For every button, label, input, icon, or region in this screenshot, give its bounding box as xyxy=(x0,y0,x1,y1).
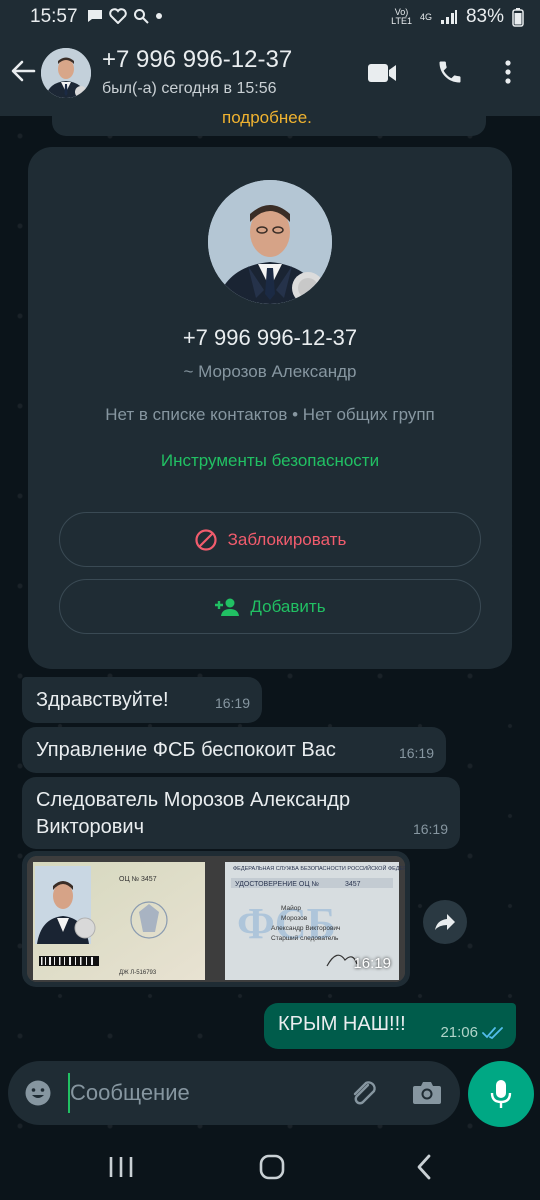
heart-notification-icon xyxy=(109,8,127,24)
message-time: 16:19 xyxy=(398,745,434,761)
system-navigation-bar xyxy=(0,1131,540,1200)
home-icon[interactable] xyxy=(258,1153,286,1181)
card-contact-info: Нет в списке контактов • Нет общих групп xyxy=(105,405,435,424)
block-label: Заблокировать xyxy=(227,529,347,549)
lte-label: LTE1 xyxy=(391,16,412,26)
message-time: 16:19 xyxy=(412,821,448,837)
recent-apps-icon[interactable] xyxy=(108,1155,134,1179)
message-notification-icon xyxy=(88,10,102,22)
emoji-icon[interactable] xyxy=(24,1079,52,1107)
back-arrow-icon[interactable] xyxy=(10,58,36,84)
outgoing-message-bubble[interactable]: КРЫМ НАШ!!! 21:06 xyxy=(264,1003,516,1049)
add-person-icon xyxy=(215,598,240,616)
id-header: ФЕДЕРАЛЬНАЯ СЛУЖБА БЕЗОПАСНОСТИ РОССИЙСК… xyxy=(233,864,405,872)
id-rank: Майор xyxy=(281,904,301,912)
message-text: Следователь Морозов Александр Викторович xyxy=(36,789,351,838)
signal-icon xyxy=(440,10,457,24)
video-call-icon[interactable] xyxy=(367,62,397,84)
id-role: Старший следователь xyxy=(271,934,339,942)
card-phone-number: +7 996 996-12-37 xyxy=(182,325,358,350)
mic-icon xyxy=(490,1080,512,1108)
block-icon xyxy=(195,528,217,551)
id-surname: Морозов xyxy=(281,915,308,922)
unknown-contact-card: +7 996 996-12-37 ~ Морозов Александр Нет… xyxy=(28,147,512,669)
battery-percent: 83% xyxy=(465,6,504,27)
safety-tools-link[interactable]: Инструменты безопасности xyxy=(28,451,512,471)
id-card-photo[interactable]: ОЦ № 3457 ДЖ Л-516793 ФЕДЕРАЛЬНАЯ СЛУЖБА… xyxy=(27,856,405,982)
contact-name[interactable]: +7 996 996-12-37 xyxy=(102,46,292,74)
message-bubble[interactable]: Следователь Морозов Александр Викторович… xyxy=(22,777,460,849)
last-seen: был(-а) сегодня в 15:56 xyxy=(102,80,277,97)
id-name: Александр Викторович xyxy=(271,925,340,932)
battery-icon xyxy=(512,8,524,27)
message-text: КРЫМ НАШ!!! xyxy=(278,1013,406,1035)
message-time: 21:06 xyxy=(440,1024,478,1041)
status-time: 15:57 xyxy=(30,6,78,27)
id-left-serial: ДЖ Л-516793 xyxy=(119,970,157,976)
notification-icons xyxy=(87,8,163,24)
camera-icon[interactable] xyxy=(412,1079,442,1105)
message-input[interactable] xyxy=(68,1073,338,1113)
volte-indicator: Vo) LTE1 xyxy=(391,8,412,26)
id-left-number: ОЦ № 3457 xyxy=(119,876,157,883)
message-time: 16:19 xyxy=(214,695,250,711)
add-label: Добавить xyxy=(250,596,326,616)
voice-record-button[interactable] xyxy=(468,1061,534,1127)
status-bar: 15:57 Vo) LTE1 4G 83% xyxy=(0,0,540,34)
network-type: 4G xyxy=(419,11,432,22)
avatar[interactable] xyxy=(41,48,91,98)
message-composer xyxy=(8,1061,460,1125)
card-display-name: ~ Морозов Александр xyxy=(183,362,357,381)
message-bubble[interactable]: Здравствуйте! 16:19 xyxy=(22,677,262,723)
chat-header: +7 996 996-12-37 был(-а) сегодня в 15:56 xyxy=(0,34,540,116)
dot-icon xyxy=(156,13,162,19)
add-contact-button[interactable]: Добавить xyxy=(59,579,481,634)
id-title: УДОСТОВЕРЕНИЕ ОЦ № xyxy=(235,881,319,888)
more-vertical-icon[interactable] xyxy=(500,58,516,86)
double-check-icon xyxy=(482,1027,503,1040)
search-notification-icon xyxy=(134,9,149,24)
phone-icon[interactable] xyxy=(436,58,464,86)
nav-back-icon[interactable] xyxy=(414,1153,434,1181)
previous-card-text[interactable]: подробнее. xyxy=(222,108,312,128)
attach-icon[interactable] xyxy=(348,1077,380,1109)
message-text: Здравствуйте! xyxy=(36,689,169,711)
forward-icon xyxy=(435,914,455,930)
id-card-image: ОЦ № 3457 ДЖ Л-516793 ФЕДЕРАЛЬНАЯ СЛУЖБА… xyxy=(27,856,405,982)
block-button[interactable]: Заблокировать xyxy=(59,512,481,567)
system-status: Vo) LTE1 4G 83% xyxy=(391,6,524,28)
id-number: 3457 xyxy=(345,881,361,888)
image-time: 16:19 xyxy=(353,955,391,972)
image-message[interactable]: ОЦ № 3457 ДЖ Л-516793 ФЕДЕРАЛЬНАЯ СЛУЖБА… xyxy=(22,851,410,987)
message-bubble[interactable]: Управление ФСБ беспокоит Вас 16:19 xyxy=(22,727,446,773)
contact-photo[interactable] xyxy=(208,180,332,304)
forward-button[interactable] xyxy=(423,900,467,944)
message-text: Управление ФСБ беспокоит Вас xyxy=(36,739,336,761)
